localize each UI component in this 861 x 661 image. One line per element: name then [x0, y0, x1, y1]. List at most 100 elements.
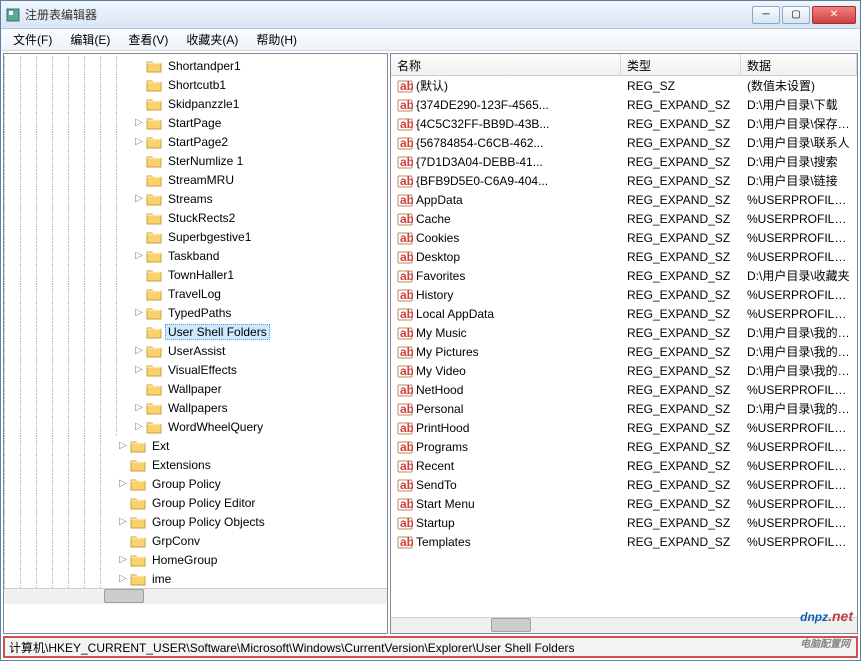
string-icon: ab [397, 173, 413, 189]
value-row[interactable]: abPrintHoodREG_EXPAND_SZ%USERPROFILE%\Ap… [391, 418, 857, 437]
tree-node[interactable]: ▷WordWheelQuery [4, 417, 387, 436]
tree-node[interactable]: Superbgestive1 [4, 227, 387, 246]
tree-pane[interactable]: Shortandper1Shortcutb1Skidpanzzle1▷Start… [3, 53, 388, 634]
expand-icon[interactable]: ▷ [132, 307, 146, 318]
tree-node[interactable]: Skidpanzzle1 [4, 94, 387, 113]
value-type: REG_EXPAND_SZ [621, 459, 741, 473]
list-body[interactable]: ab(默认)REG_SZ(数值未设置)ab{374DE290-123F-4565… [391, 76, 857, 617]
value-row[interactable]: abNetHoodREG_EXPAND_SZ%USERPROFILE%\AppD… [391, 380, 857, 399]
tree-node[interactable]: ▷StartPage2 [4, 132, 387, 151]
tree-node[interactable]: Shortandper1 [4, 56, 387, 75]
col-header-type[interactable]: 类型 [621, 54, 741, 75]
tree-node[interactable]: SterNumlize 1 [4, 151, 387, 170]
tree-node[interactable]: Extensions [4, 455, 387, 474]
tree-node[interactable]: ▷HomeGroup [4, 550, 387, 569]
expand-icon[interactable]: ▷ [132, 421, 146, 432]
folder-icon [146, 401, 162, 415]
value-row[interactable]: ab{4C5C32FF-BB9D-43B...REG_EXPAND_SZD:\用… [391, 114, 857, 133]
expand-icon[interactable]: ▷ [116, 516, 130, 527]
tree-node[interactable]: Shortcutb1 [4, 75, 387, 94]
expand-icon[interactable]: ▷ [116, 478, 130, 489]
value-row[interactable]: ab{BFB9D5E0-C6A9-404...REG_EXPAND_SZD:\用… [391, 171, 857, 190]
tree-hscroll[interactable] [4, 588, 387, 604]
tree-node[interactable]: ▷StartPage [4, 113, 387, 132]
tree-node[interactable]: TravelLog [4, 284, 387, 303]
value-row[interactable]: abStartupREG_EXPAND_SZ%USERPROFILE%\AppD… [391, 513, 857, 532]
expand-icon[interactable]: ▷ [132, 117, 146, 128]
tree-node[interactable]: StuckRects2 [4, 208, 387, 227]
tree-node[interactable]: ▷Group Policy [4, 474, 387, 493]
value-row[interactable]: ab{56784854-C6CB-462...REG_EXPAND_SZD:\用… [391, 133, 857, 152]
value-row[interactable]: abHistoryREG_EXPAND_SZ%USERPROFILE%\AppD… [391, 285, 857, 304]
value-row[interactable]: abCacheREG_EXPAND_SZ%USERPROFILE%\AppDat… [391, 209, 857, 228]
value-type: REG_EXPAND_SZ [621, 117, 741, 131]
tree-node[interactable]: ▷Streams [4, 189, 387, 208]
tree-label: Group Policy Editor [149, 496, 258, 510]
string-icon: ab [397, 135, 413, 151]
tree-node[interactable]: ▷Group Policy Objects [4, 512, 387, 531]
expand-icon[interactable]: ▷ [116, 554, 130, 565]
menu-item-1[interactable]: 编辑(E) [62, 29, 118, 50]
col-header-name[interactable]: 名称 [391, 54, 621, 75]
expand-icon[interactable]: ▷ [132, 136, 146, 147]
expand-icon[interactable]: ▷ [116, 573, 130, 584]
svg-text:ab: ab [400, 383, 413, 397]
expand-icon[interactable]: ▷ [132, 345, 146, 356]
tree-node[interactable]: ▷TypedPaths [4, 303, 387, 322]
col-header-data[interactable]: 数据 [741, 54, 857, 75]
tree-node[interactable]: Wallpaper [4, 379, 387, 398]
value-row[interactable]: abPersonalREG_EXPAND_SZD:\用户目录\我的文档 [391, 399, 857, 418]
list-hscroll[interactable] [391, 617, 857, 633]
tree-node[interactable]: StreamMRU [4, 170, 387, 189]
value-row[interactable]: abProgramsREG_EXPAND_SZ%USERPROFILE%\App… [391, 437, 857, 456]
tree-node[interactable]: ▷UserAssist [4, 341, 387, 360]
string-icon: ab [397, 401, 413, 417]
tree-node[interactable]: User Shell Folders [4, 322, 387, 341]
value-data: %USERPROFILE%\AppData\Lo [741, 288, 857, 302]
expand-icon[interactable]: ▷ [132, 250, 146, 261]
minimize-button[interactable]: ─ [752, 6, 780, 24]
value-row[interactable]: abAppDataREG_EXPAND_SZ%USERPROFILE%\AppD… [391, 190, 857, 209]
string-icon: ab [397, 325, 413, 341]
value-row[interactable]: ab(默认)REG_SZ(数值未设置) [391, 76, 857, 95]
expand-icon[interactable]: ▷ [132, 193, 146, 204]
value-row[interactable]: abSendToREG_EXPAND_SZ%USERPROFILE%\AppDa… [391, 475, 857, 494]
string-icon: ab [397, 439, 413, 455]
tree-label: Superbgestive1 [165, 230, 254, 244]
value-row[interactable]: abMy VideoREG_EXPAND_SZD:\用户目录\我的视频 [391, 361, 857, 380]
value-row[interactable]: abCookiesREG_EXPAND_SZ%USERPROFILE%\AppD… [391, 228, 857, 247]
tree-node[interactable]: ▷VisualEffects [4, 360, 387, 379]
tree-node[interactable]: ▷Taskband [4, 246, 387, 265]
value-row[interactable]: abTemplatesREG_EXPAND_SZ%USERPROFILE%\Ap… [391, 532, 857, 551]
tree-node[interactable]: GrpConv [4, 531, 387, 550]
value-row[interactable]: abRecentREG_EXPAND_SZ%USERPROFILE%\AppDa… [391, 456, 857, 475]
titlebar[interactable]: 注册表编辑器 ─ ▢ ✕ [1, 1, 860, 29]
expand-icon[interactable]: ▷ [132, 402, 146, 413]
tree-node[interactable]: Group Policy Editor [4, 493, 387, 512]
tree-node[interactable]: TownHaller1 [4, 265, 387, 284]
value-type: REG_EXPAND_SZ [621, 497, 741, 511]
value-row[interactable]: abStart MenuREG_EXPAND_SZ%USERPROFILE%\A… [391, 494, 857, 513]
maximize-button[interactable]: ▢ [782, 6, 810, 24]
value-name: {7D1D3A04-DEBB-41... [416, 155, 543, 169]
value-row[interactable]: abLocal AppDataREG_EXPAND_SZ%USERPROFILE… [391, 304, 857, 323]
expand-icon[interactable]: ▷ [132, 364, 146, 375]
string-icon: ab [397, 230, 413, 246]
folder-icon [146, 268, 162, 282]
value-row[interactable]: abMy PicturesREG_EXPAND_SZD:\用户目录\我的图片 [391, 342, 857, 361]
menu-item-0[interactable]: 文件(F) [5, 29, 60, 50]
menu-item-2[interactable]: 查看(V) [120, 29, 176, 50]
value-data: %USERPROFILE%\AppData\Ro [741, 383, 857, 397]
value-row[interactable]: abFavoritesREG_EXPAND_SZD:\用户目录\收藏夹 [391, 266, 857, 285]
tree-node[interactable]: ▷ime [4, 569, 387, 588]
menu-item-4[interactable]: 帮助(H) [248, 29, 305, 50]
close-button[interactable]: ✕ [812, 6, 856, 24]
menu-item-3[interactable]: 收藏夹(A) [178, 29, 246, 50]
value-row[interactable]: ab{7D1D3A04-DEBB-41...REG_EXPAND_SZD:\用户… [391, 152, 857, 171]
value-row[interactable]: abMy MusicREG_EXPAND_SZD:\用户目录\我的音乐 [391, 323, 857, 342]
expand-icon[interactable]: ▷ [116, 440, 130, 451]
tree-node[interactable]: ▷Wallpapers [4, 398, 387, 417]
value-row[interactable]: abDesktopREG_EXPAND_SZ%USERPROFILE%\Desk… [391, 247, 857, 266]
value-row[interactable]: ab{374DE290-123F-4565...REG_EXPAND_SZD:\… [391, 95, 857, 114]
tree-node[interactable]: ▷Ext [4, 436, 387, 455]
